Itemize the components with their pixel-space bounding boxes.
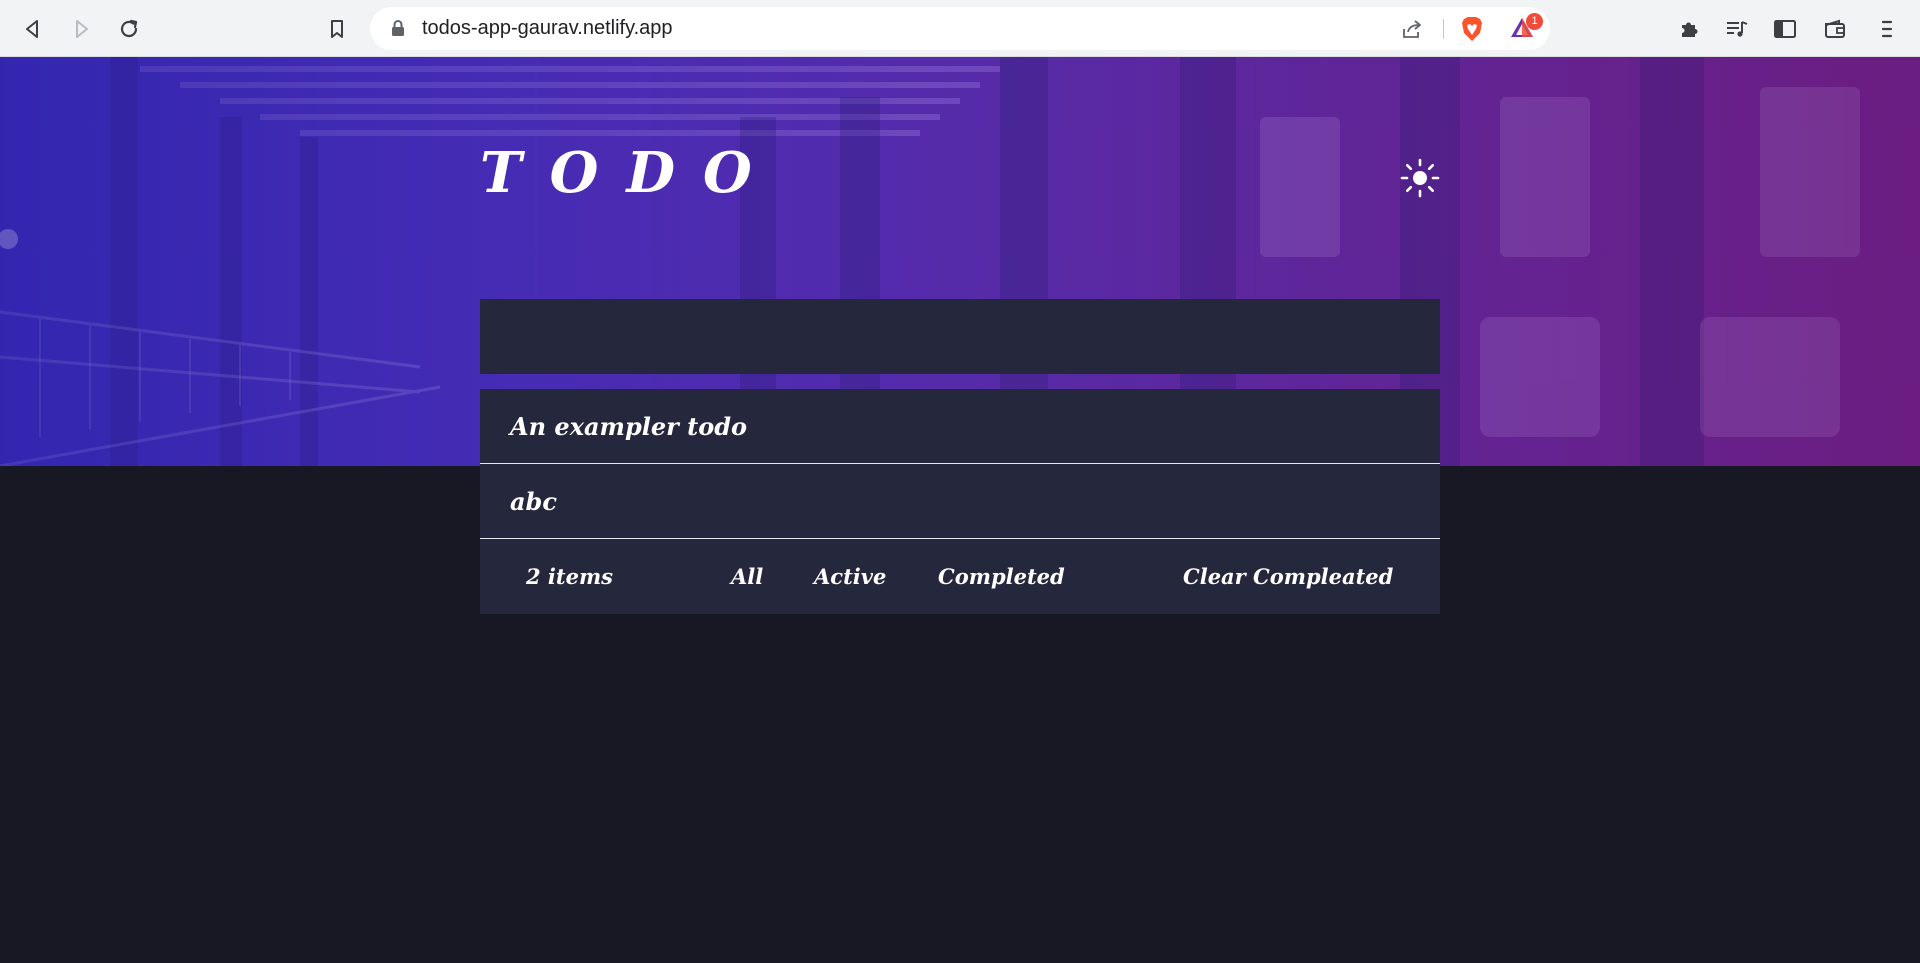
app-title: TODO [480,140,780,206]
theme-toggle-button[interactable] [1400,158,1440,198]
new-todo-input[interactable] [480,299,1440,374]
menu-button[interactable] [1872,14,1902,44]
back-arrow-icon [26,20,38,38]
sidebar-button[interactable] [1770,14,1800,44]
separator [1443,19,1444,39]
bookmark-button[interactable] [322,14,352,44]
new-todo-container [480,299,1440,374]
todo-list: An exampler todo abc 2 items All Active … [480,389,1440,614]
sun-icon [1400,158,1440,198]
filter-completed-button[interactable]: Completed [938,539,1065,614]
lock-icon [392,20,404,36]
brave-shields-icon[interactable] [1460,16,1484,42]
items-left-count: 2 items [526,564,614,589]
browser-toolbar: todos-app-gaurav.netlify.app 1 [0,0,1920,57]
hamburger-menu-icon [1881,20,1893,38]
playlist-icon [1727,21,1748,37]
address-bar[interactable]: todos-app-gaurav.netlify.app 1 [370,7,1550,50]
reload-icon [120,19,138,38]
playlist-button[interactable] [1722,14,1752,44]
forward-arrow-icon [76,20,88,38]
wallet-button[interactable] [1820,14,1850,44]
share-icon[interactable] [1400,17,1424,41]
todo-item[interactable]: An exampler todo [480,389,1440,464]
wallet-icon [1825,19,1845,38]
todo-item[interactable]: abc [480,464,1440,539]
filter-active-button[interactable]: Active [814,539,886,614]
extensions-button[interactable] [1674,14,1704,44]
forward-button[interactable] [66,14,96,44]
filter-all-button[interactable]: All [731,539,763,614]
todo-item-text: An exampler todo [510,411,747,441]
back-button[interactable] [18,14,48,44]
todo-app-page: TODO An exampler todo abc 2 items All Ac… [0,57,1920,963]
clear-completed-button[interactable]: Clear Compleated [1183,539,1393,614]
url-text: todos-app-gaurav.netlify.app [422,17,673,39]
sidebar-icon [1774,20,1796,38]
bookmark-icon [331,20,343,38]
rewards-badge: 1 [1526,13,1543,30]
todo-footer: 2 items All Active Completed Clear Compl… [480,539,1440,614]
todo-item-text: abc [510,486,557,516]
puzzle-icon [1682,22,1698,37]
reload-button[interactable] [114,14,144,44]
